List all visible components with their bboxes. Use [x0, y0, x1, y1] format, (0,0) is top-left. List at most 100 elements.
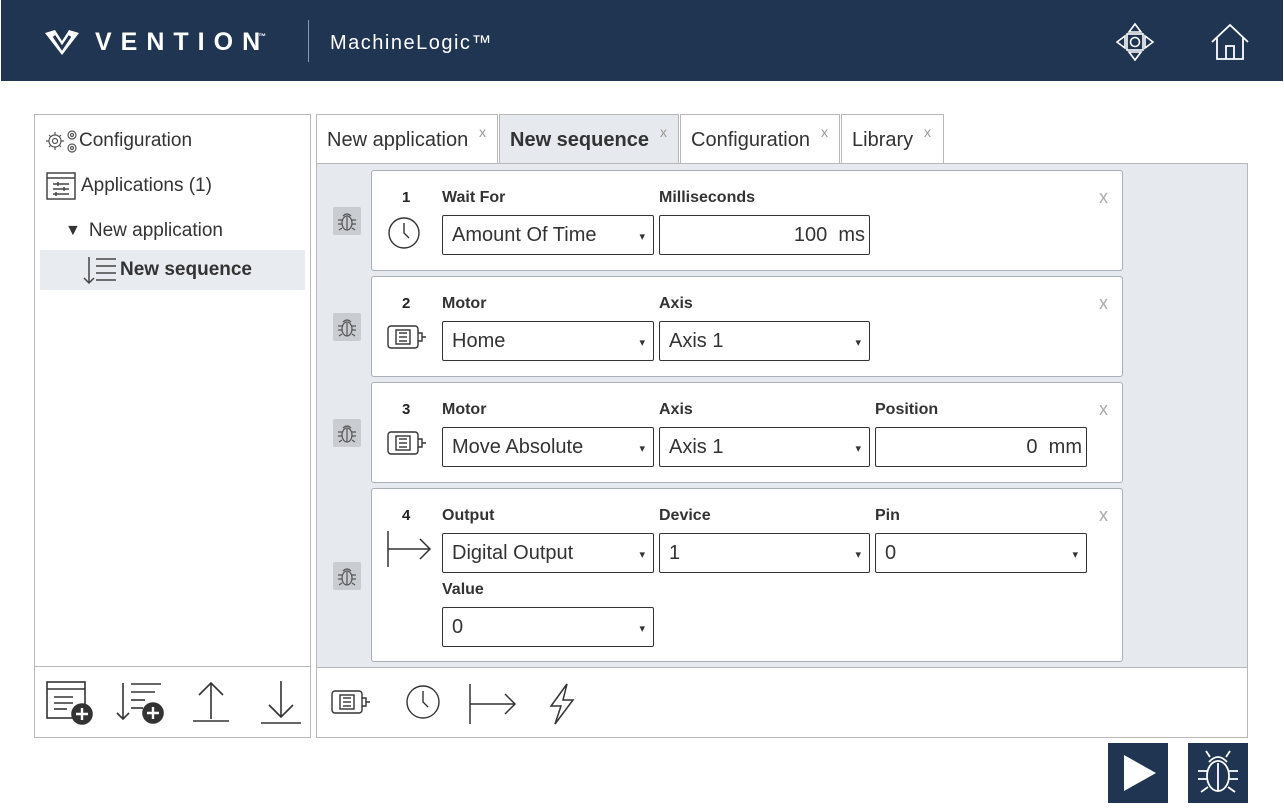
add-step-toolbar	[317, 667, 1247, 737]
tree-toolbar	[35, 666, 310, 737]
step-card-wait[interactable]: 1 Wait For Amount Of Time ▾ Milliseconds …	[371, 170, 1123, 271]
tab-new-sequence[interactable]: New sequence x	[499, 114, 679, 165]
add-application-button[interactable]	[45, 679, 95, 725]
brand-name: VENTION ™	[95, 27, 276, 56]
field-label-motor: Motor	[442, 401, 487, 418]
remove-step-button[interactable]: x	[1099, 505, 1108, 526]
motor-icon	[386, 427, 428, 464]
clock-icon	[386, 215, 422, 256]
move-down-button[interactable]	[257, 679, 307, 725]
tree-item-new-application[interactable]: ▼ New application	[65, 217, 223, 245]
vention-logo-icon	[45, 30, 79, 55]
pin-select[interactable]: 0 ▾	[875, 533, 1087, 573]
step-breakpoint-button[interactable]	[333, 419, 361, 447]
application-icon	[46, 172, 76, 200]
output-arrow-icon	[469, 684, 517, 724]
value-select[interactable]: 0 ▾	[442, 607, 654, 647]
tab-label: New application	[327, 129, 469, 151]
home-icon	[1211, 23, 1249, 60]
tab-library[interactable]: Library x	[841, 114, 944, 164]
step-breakpoint-button[interactable]	[333, 207, 361, 235]
chevron-down-icon: ▾	[855, 549, 861, 561]
arrow-down-icon	[261, 681, 301, 724]
bug-icon	[1198, 750, 1238, 793]
chevron-down-icon: ▾	[855, 443, 861, 455]
tree-item-configuration[interactable]: Configuration	[43, 127, 192, 155]
tree-label-new-application: New application	[88, 220, 223, 241]
bug-icon	[338, 425, 356, 443]
tab-close-icon[interactable]: x	[479, 124, 486, 140]
chevron-down-icon: ▾	[639, 337, 645, 349]
field-label-pin: Pin	[875, 507, 900, 524]
add-wait-step-button[interactable]	[401, 682, 449, 726]
move-arrows-icon	[1115, 22, 1155, 62]
app-title: MachineLogic™	[330, 32, 493, 54]
sequence-editor: 1 Wait For Amount Of Time ▾ Milliseconds …	[316, 163, 1248, 738]
remove-step-button[interactable]: x	[1099, 399, 1108, 420]
field-label-output: Output	[442, 507, 495, 524]
add-output-step-button[interactable]	[467, 682, 517, 726]
header-divider	[308, 20, 309, 62]
add-event-step-button[interactable]	[539, 682, 587, 726]
field-label-device: Device	[659, 507, 711, 524]
chevron-down-icon: ▾	[639, 623, 645, 635]
position-input[interactable]: 0 mm	[875, 427, 1087, 467]
collapse-toggle-icon[interactable]: ▼	[65, 222, 81, 240]
step-card-output[interactable]: 4 Output Digital Output ▾ Device 1 ▾ Pin 0…	[371, 488, 1123, 662]
step-card-motor-home[interactable]: 2 Motor Home ▾ Axis Axis 1 ▾ x	[371, 276, 1123, 377]
device-select[interactable]: 1 ▾	[659, 533, 870, 573]
milliseconds-input[interactable]: 100 ms	[659, 215, 870, 255]
output-type-select[interactable]: Digital Output ▾	[442, 533, 654, 573]
bug-icon	[338, 213, 356, 231]
bug-icon	[338, 319, 356, 337]
step-card-motor-move[interactable]: 3 Motor Move Absolute ▾ Axis Axis 1 ▾ Posi…	[371, 382, 1123, 483]
step-number: 1	[402, 189, 411, 206]
wait-for-select[interactable]: Amount Of Time ▾	[442, 215, 654, 255]
motor-icon	[331, 690, 370, 714]
gears-icon	[46, 130, 77, 153]
tab-label: Library	[852, 129, 914, 151]
tab-configuration[interactable]: Configuration x	[680, 114, 840, 164]
step-breakpoint-button[interactable]	[333, 313, 361, 341]
tree-item-applications[interactable]: Applications (1)	[45, 170, 212, 202]
tree-label-configuration: Configuration	[79, 130, 193, 151]
tree-item-new-sequence[interactable]: New sequence	[40, 250, 305, 290]
chevron-down-icon: ▾	[639, 231, 645, 243]
play-icon	[1124, 755, 1156, 791]
jog-control-button[interactable]	[1115, 22, 1155, 62]
motor-command-select[interactable]: Move Absolute ▾	[442, 427, 654, 467]
field-label-axis: Axis	[659, 401, 693, 418]
field-label-wait-for: Wait For	[442, 189, 506, 206]
bug-icon	[338, 568, 356, 586]
axis-select[interactable]: Axis 1 ▾	[659, 321, 870, 361]
step-number: 3	[402, 401, 411, 418]
step-number: 4	[402, 507, 411, 524]
step-breakpoint-button[interactable]	[333, 562, 361, 590]
debug-button[interactable]	[1188, 743, 1248, 803]
motor-icon	[386, 321, 428, 358]
home-button[interactable]	[1209, 22, 1249, 62]
sequence-icon	[83, 257, 116, 285]
tab-close-icon[interactable]: x	[821, 124, 828, 140]
run-button[interactable]	[1108, 743, 1168, 803]
field-label-position: Position	[875, 401, 939, 418]
add-motor-step-button[interactable]	[329, 682, 377, 726]
tab-label: New sequence	[510, 129, 649, 151]
chevron-down-icon: ▾	[639, 443, 645, 455]
remove-step-button[interactable]: x	[1099, 293, 1108, 314]
field-label-motor: Motor	[442, 295, 487, 312]
application-tree-panel: Configuration Applications (1) ▼ New app…	[34, 114, 311, 738]
tab-close-icon[interactable]: x	[924, 124, 931, 140]
move-up-button[interactable]	[187, 679, 237, 725]
motor-command-select[interactable]: Home ▾	[442, 321, 654, 361]
tab-close-icon[interactable]: x	[660, 124, 667, 140]
arrow-up-icon	[193, 681, 229, 722]
vention-logo[interactable]: VENTION ™	[43, 26, 269, 58]
add-sequence-button[interactable]	[115, 679, 165, 725]
output-arrow-icon	[386, 529, 434, 574]
field-label-axis: Axis	[659, 295, 693, 312]
remove-step-button[interactable]: x	[1099, 187, 1108, 208]
tab-new-application[interactable]: New application x	[316, 114, 498, 164]
step-number: 2	[402, 295, 411, 312]
axis-select[interactable]: Axis 1 ▾	[659, 427, 870, 467]
